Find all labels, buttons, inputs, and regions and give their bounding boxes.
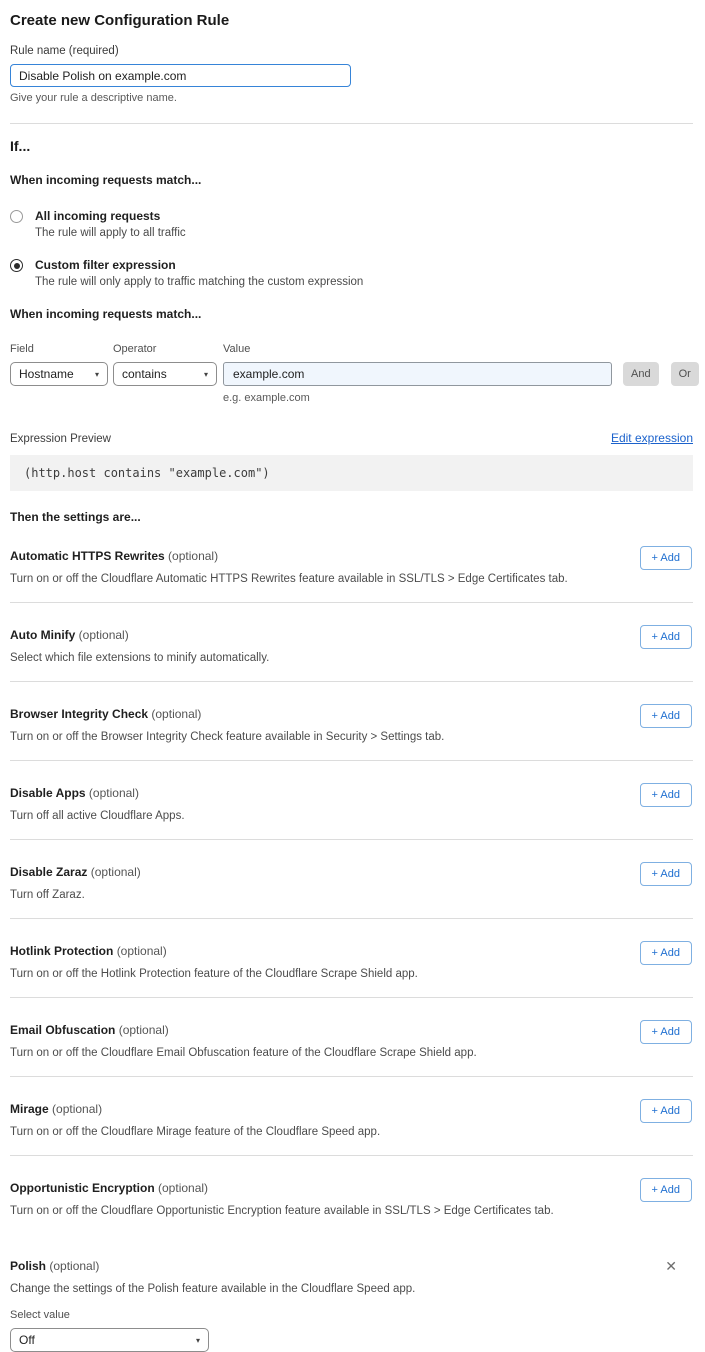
add-setting-button[interactable]: + Add [640, 1178, 692, 1202]
radio-unselected-icon[interactable] [10, 210, 23, 223]
expression-builder-row: Field Hostname ▾ Operator contains ▾ Val… [10, 343, 693, 386]
add-setting-button[interactable]: + Add [640, 1099, 692, 1123]
add-setting-button[interactable]: + Add [640, 862, 692, 886]
setting-description: Turn on or off the Hotlink Protection fe… [10, 968, 610, 980]
setting-description: Turn on or off the Cloudflare Mirage fea… [10, 1126, 610, 1138]
edit-expression-link[interactable]: Edit expression [611, 431, 693, 445]
setting-row: Opportunistic Encryption (optional) Turn… [10, 1156, 693, 1234]
create-configuration-rule-page: Create new Configuration Rule Rule name … [0, 0, 705, 1272]
radio-description: The rule will only apply to traffic matc… [35, 276, 363, 288]
setting-optional-label: (optional) [158, 1181, 208, 1195]
setting-optional-label: (optional) [89, 786, 139, 800]
setting-optional-label: (optional) [49, 1259, 99, 1273]
settings-list: Automatic HTTPS Rewrites (optional) Turn… [10, 524, 693, 1234]
and-button[interactable]: And [623, 362, 659, 386]
chevron-down-icon: ▾ [204, 370, 208, 379]
if-heading: If... [10, 138, 693, 154]
value-input[interactable] [223, 362, 612, 386]
add-setting-button[interactable]: + Add [640, 704, 692, 728]
operator-select-value: contains [122, 367, 167, 381]
setting-name: Mirage [10, 1102, 49, 1116]
setting-optional-label: (optional) [168, 549, 218, 563]
setting-name: Browser Integrity Check [10, 707, 148, 721]
setting-optional-label: (optional) [119, 1023, 169, 1037]
setting-optional-label: (optional) [117, 944, 167, 958]
setting-row: Hotlink Protection (optional) Turn on or… [10, 919, 693, 998]
add-setting-button[interactable]: + Add [640, 941, 692, 965]
setting-optional-label: (optional) [151, 707, 201, 721]
setting-description: Turn on or off the Cloudflare Opportunis… [10, 1205, 610, 1217]
setting-row: Automatic HTTPS Rewrites (optional) Turn… [10, 524, 693, 603]
setting-name: Opportunistic Encryption [10, 1181, 155, 1195]
then-heading: Then the settings are... [10, 510, 693, 524]
add-setting-button[interactable]: + Add [640, 546, 692, 570]
chevron-down-icon: ▾ [95, 370, 99, 379]
add-setting-button[interactable]: + Add [640, 625, 692, 649]
setting-row: Browser Integrity Check (optional) Turn … [10, 682, 693, 761]
add-setting-button[interactable]: + Add [640, 783, 692, 807]
field-label: Field [10, 343, 108, 355]
field-select[interactable]: Hostname ▾ [10, 362, 108, 386]
add-setting-button[interactable]: + Add [640, 1020, 692, 1044]
radio-label: Custom filter expression [35, 258, 363, 272]
setting-name: Polish [10, 1259, 46, 1273]
expression-preview-label: Expression Preview [10, 433, 111, 445]
setting-description: Turn on or off the Cloudflare Automatic … [10, 573, 610, 585]
page-title: Create new Configuration Rule [10, 12, 693, 29]
setting-description: Select which file extensions to minify a… [10, 652, 610, 664]
field-select-value: Hostname [19, 367, 74, 381]
setting-optional-label: (optional) [52, 1102, 102, 1116]
expression-preview-header: Expression Preview Edit expression [10, 431, 693, 445]
radio-label: All incoming requests [35, 209, 186, 223]
setting-description: Turn off Zaraz. [10, 889, 610, 901]
close-icon[interactable]: ✕ [665, 1259, 677, 1273]
radio-option-all-incoming[interactable]: All incoming requests The rule will appl… [10, 209, 693, 239]
value-helper: e.g. example.com [223, 392, 693, 404]
value-label: Value [223, 343, 612, 355]
setting-name: Disable Apps [10, 786, 86, 800]
setting-row: Disable Zaraz (optional) Turn off Zaraz.… [10, 840, 693, 919]
select-value-label: Select value [10, 1309, 693, 1321]
polish-value-select[interactable]: Off ▾ [10, 1328, 209, 1352]
setting-name: Auto Minify [10, 628, 75, 642]
setting-row-polish: Polish (optional) ✕ Change the settings … [10, 1234, 693, 1352]
setting-row: Auto Minify (optional) Select which file… [10, 603, 693, 682]
setting-row: Email Obfuscation (optional) Turn on or … [10, 998, 693, 1077]
match-heading: When incoming requests match... [10, 173, 693, 187]
setting-optional-label: (optional) [91, 865, 141, 879]
rule-name-input[interactable] [10, 64, 351, 87]
polish-select-value: Off [19, 1333, 35, 1347]
expression-code-block: (http.host contains "example.com") [10, 455, 693, 491]
chevron-down-icon: ▾ [196, 1336, 200, 1345]
rule-name-group: Rule name (required) Give your rule a de… [10, 45, 693, 104]
operator-label: Operator [113, 343, 217, 355]
rule-name-label: Rule name (required) [10, 45, 693, 57]
setting-name: Disable Zaraz [10, 865, 87, 879]
rule-name-helper: Give your rule a descriptive name. [10, 92, 693, 104]
builder-heading: When incoming requests match... [10, 307, 693, 321]
setting-row: Mirage (optional) Turn on or off the Clo… [10, 1077, 693, 1156]
setting-name: Hotlink Protection [10, 944, 113, 958]
setting-description: Turn off all active Cloudflare Apps. [10, 810, 610, 822]
operator-select[interactable]: contains ▾ [113, 362, 217, 386]
setting-description: Turn on or off the Browser Integrity Che… [10, 731, 610, 743]
section-divider [10, 123, 693, 124]
setting-name: Automatic HTTPS Rewrites [10, 549, 165, 563]
setting-description: Turn on or off the Cloudflare Email Obfu… [10, 1047, 610, 1059]
radio-selected-icon[interactable] [10, 259, 23, 272]
radio-option-custom-filter[interactable]: Custom filter expression The rule will o… [10, 258, 693, 288]
or-button[interactable]: Or [671, 362, 699, 386]
radio-description: The rule will apply to all traffic [35, 227, 186, 239]
setting-optional-label: (optional) [79, 628, 129, 642]
setting-row: Disable Apps (optional) Turn off all act… [10, 761, 693, 840]
setting-name: Email Obfuscation [10, 1023, 115, 1037]
setting-description: Change the settings of the Polish featur… [10, 1283, 610, 1295]
